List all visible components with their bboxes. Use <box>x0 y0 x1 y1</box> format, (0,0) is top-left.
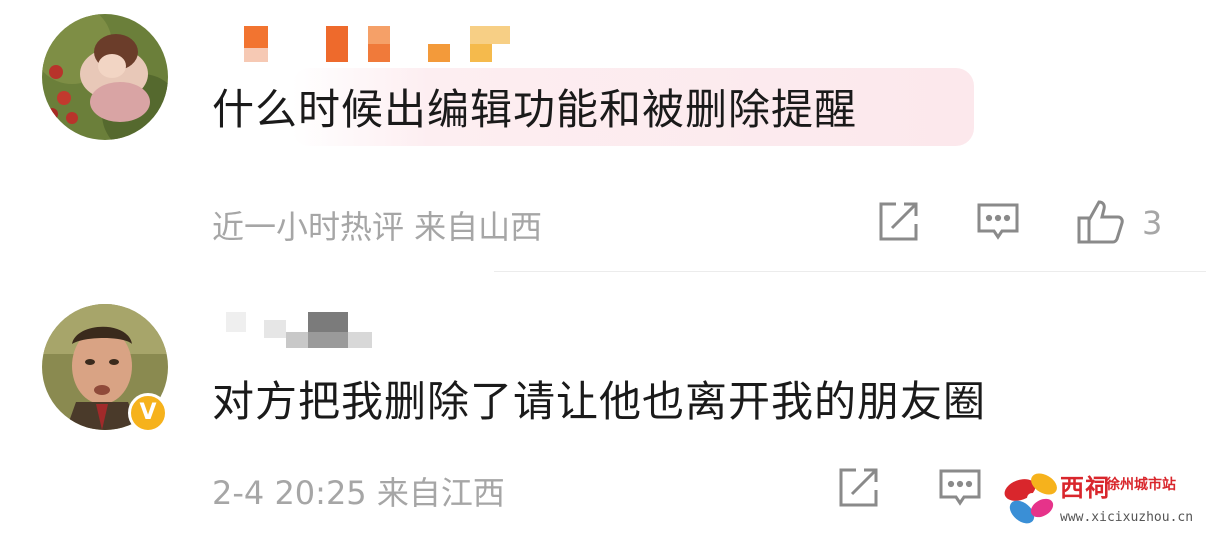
comment-item: 什么时候出编辑功能和被删除提醒 近一小时热评 来自山西 3 <box>0 0 1206 272</box>
verified-badge-icon: V <box>128 393 168 433</box>
watermark-title: 西祠 <box>1060 473 1110 502</box>
like-icon[interactable] <box>1076 196 1126 246</box>
watermark-url: www.xicixuzhou.cn <box>1060 510 1194 525</box>
reply-icon[interactable] <box>976 200 1020 244</box>
watermark-logo: 西祠 徐州城市站 www.xicixuzhou.cn <box>1002 462 1206 536</box>
avatar[interactable] <box>42 14 168 140</box>
comment-text: 什么时候出编辑功能和被删除提醒 <box>212 85 858 134</box>
comment-meta: 近一小时热评 来自山西 <box>212 208 543 246</box>
like-count: 3 <box>1142 204 1163 242</box>
comment-text: 对方把我删除了请让他也离开我的朋友圈 <box>212 377 987 426</box>
pinwheel-logo-icon <box>1004 473 1057 524</box>
username-redacted[interactable] <box>226 312 386 352</box>
comment-meta: 2-4 20:25 来自江西 <box>212 474 505 512</box>
reply-icon[interactable] <box>938 466 982 510</box>
share-icon[interactable] <box>836 466 880 510</box>
share-icon[interactable] <box>876 200 920 244</box>
watermark-subtitle: 徐州城市站 <box>1106 477 1176 493</box>
